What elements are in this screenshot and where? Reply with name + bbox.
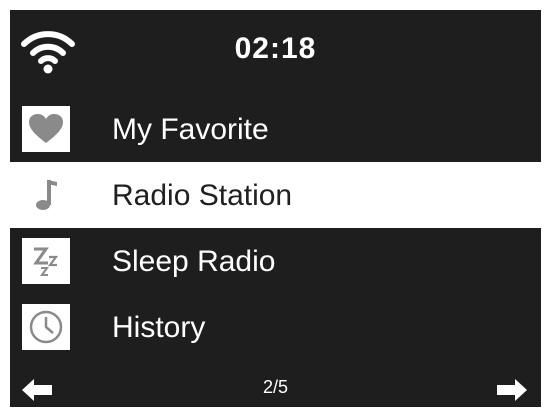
- menu-item-history[interactable]: History: [10, 294, 541, 360]
- menu-item-label: My Favorite: [112, 113, 269, 146]
- menu-item-label: History: [112, 311, 206, 344]
- sleep-zzz-icon: [22, 238, 70, 284]
- menu-item-label: Sleep Radio: [112, 245, 276, 278]
- menu-item-sleep-radio[interactable]: Sleep Radio: [10, 228, 541, 294]
- menu-item-my-favorite[interactable]: My Favorite: [10, 96, 541, 162]
- music-note-icon: [22, 172, 70, 218]
- arrow-right-icon[interactable]: [495, 378, 529, 402]
- clock-icon: [22, 304, 70, 350]
- heart-icon: [22, 106, 70, 152]
- clock-time: 02:18: [234, 32, 317, 65]
- radio-screen: 02:18 My Favorite Radio Station Sleep Ra…: [10, 10, 541, 407]
- status-bar: 02:18: [10, 10, 541, 96]
- page-indicator: 2/5: [262, 377, 289, 397]
- menu-item-label: Radio Station: [112, 179, 293, 212]
- menu-item-radio-station[interactable]: Radio Station: [10, 162, 541, 228]
- footer-bar: 2/5: [10, 372, 541, 407]
